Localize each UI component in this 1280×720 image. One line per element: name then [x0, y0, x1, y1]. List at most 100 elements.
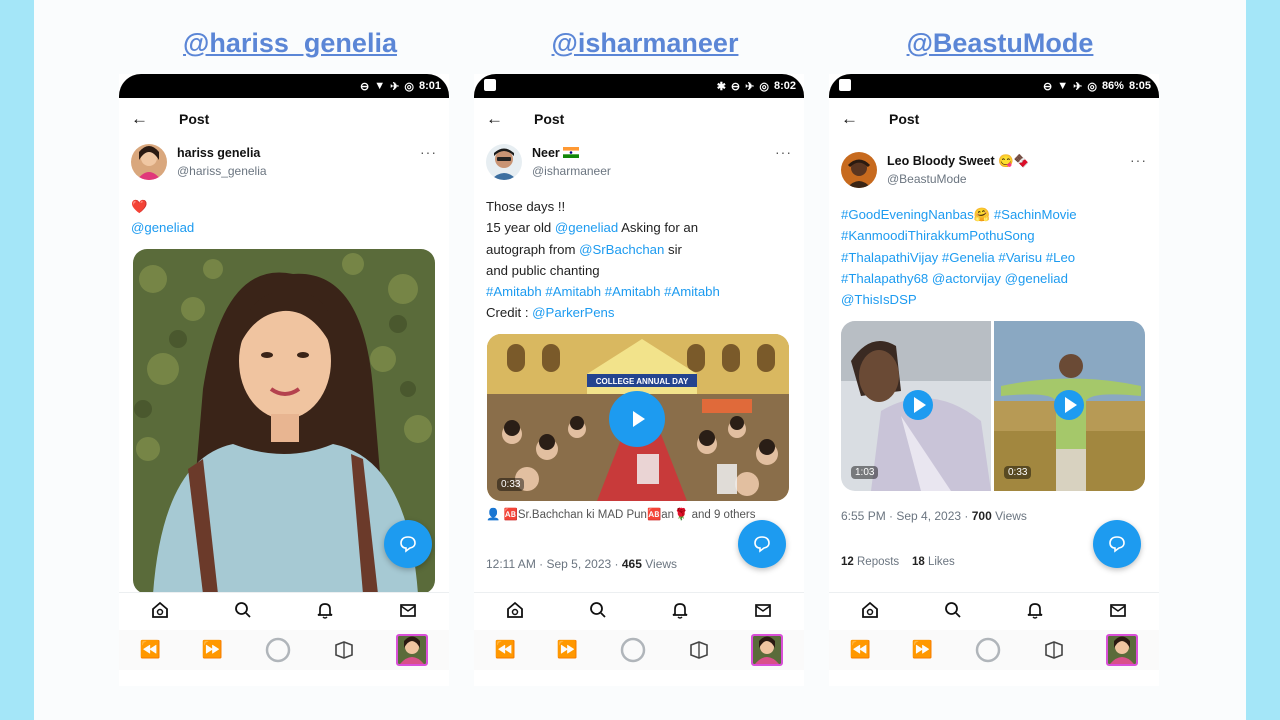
- tweet-text: Those days !! 15 year old @geneliad Aski…: [486, 196, 796, 324]
- compose-fab[interactable]: [384, 520, 432, 568]
- box-icon[interactable]: [333, 640, 355, 660]
- dnd-icon: ⊖: [1043, 80, 1053, 93]
- rewind-icon[interactable]: ⏪: [850, 640, 871, 660]
- mention-link[interactable]: @geneliad: [555, 220, 618, 235]
- mention-link[interactable]: @ParkerPens: [532, 305, 614, 320]
- avatar[interactable]: [131, 144, 167, 180]
- more-options-icon[interactable]: ···: [1130, 152, 1147, 168]
- more-options-icon[interactable]: ···: [420, 144, 437, 160]
- text-line[interactable]: @ThisIsDSP: [841, 289, 1151, 310]
- battery-percent: 86%: [1101, 80, 1124, 92]
- bottom-nav: [119, 592, 449, 626]
- handle-label-2[interactable]: @isharmaneer: [480, 28, 810, 59]
- bell-icon[interactable]: [1025, 600, 1045, 620]
- text-line[interactable]: #GoodEveningNanbas🤗 #SachinMovie: [841, 204, 1151, 225]
- airplane-icon: ✈: [745, 80, 755, 93]
- video-duration: 0:33: [497, 478, 525, 491]
- home-icon[interactable]: [505, 600, 525, 620]
- page-title: Post: [179, 111, 210, 127]
- compose-fab[interactable]: [738, 520, 786, 568]
- post-meta: 12:11 AM · Sep 5, 2023 · 465 Views: [486, 557, 678, 571]
- bell-icon[interactable]: [670, 600, 690, 620]
- display-name[interactable]: hariss genelia: [177, 146, 260, 160]
- video-thumbnail[interactable]: COLLEGE ANNUAL DAY 0:33: [487, 334, 789, 501]
- play-icon[interactable]: [903, 390, 933, 420]
- rewind-icon[interactable]: ⏪: [140, 640, 161, 660]
- clock: 8:01: [418, 80, 441, 92]
- forward-icon[interactable]: ⏩: [202, 640, 223, 660]
- play-icon[interactable]: [1054, 390, 1084, 420]
- bottom-nav: [829, 592, 1159, 626]
- back-arrow-icon[interactable]: ←: [131, 109, 148, 129]
- phone-screen-3: ⊖ ▼ ✈ ◎ 86% 8:05 ← Post Leo Bloody Sweet…: [829, 74, 1159, 686]
- back-arrow-icon[interactable]: ←: [486, 109, 503, 129]
- display-name[interactable]: Neer: [532, 146, 580, 160]
- data-saver-icon: ◎: [404, 80, 414, 93]
- handle-label-1[interactable]: @hariss_genelia: [125, 28, 455, 59]
- text-line: and public chanting: [486, 262, 600, 278]
- search-icon[interactable]: [943, 600, 963, 620]
- text-line[interactable]: #Thalapathy68 @actorvijay @geneliad: [841, 268, 1151, 289]
- page-title: Post: [534, 111, 565, 127]
- reply-bubble-icon: [1109, 536, 1125, 553]
- photo-notification-icon: [484, 79, 496, 91]
- post-author[interactable]: hariss genelia @hariss_genelia ···: [131, 144, 437, 184]
- video-thumbnails[interactable]: 1:03 0:33: [841, 321, 1145, 491]
- battery-saver-icon: ◎: [1087, 80, 1097, 93]
- rewind-icon[interactable]: ⏪: [495, 640, 516, 660]
- post-author[interactable]: Leo Bloody Sweet 😋🍫 @BeastuMode ···: [841, 152, 1147, 192]
- mention-link[interactable]: @geneliad: [131, 217, 441, 238]
- hashtag-links[interactable]: #Amitabh #Amitabh #Amitabh #Amitabh: [486, 281, 796, 302]
- box-icon[interactable]: [688, 640, 710, 660]
- avatar[interactable]: [841, 152, 877, 188]
- system-bar: ⏪ ⏩: [119, 630, 449, 670]
- mail-icon[interactable]: [398, 600, 418, 620]
- post-meta: 6:55 PM · Sep 4, 2023 · 700 Views: [841, 509, 1027, 523]
- bell-icon[interactable]: [315, 600, 335, 620]
- home-icon[interactable]: [150, 600, 170, 620]
- liked-by[interactable]: 👤 🆎Sr.Bachchan ki MAD Pun🆎an🌹 and 9 othe…: [486, 507, 796, 524]
- text-line[interactable]: #ThalapathiVijay #Genelia #Varisu #Leo: [841, 247, 1151, 268]
- compose-fab[interactable]: [1093, 520, 1141, 568]
- text-line: Those days !!: [486, 199, 566, 214]
- status-bar: ⊖ ▼ ✈ ◎ 86% 8:05: [829, 74, 1159, 98]
- more-options-icon[interactable]: ···: [775, 144, 792, 160]
- engagement-stats: 12 Reposts 18 Likes: [841, 556, 955, 568]
- phone-screen-1: ⊖ ▼ ✈ ◎ 8:01 ← Post hariss genelia @hari…: [119, 74, 449, 686]
- box-icon[interactable]: [1043, 640, 1065, 660]
- likes-count[interactable]: Likes: [925, 556, 955, 568]
- forward-icon[interactable]: ⏩: [912, 640, 933, 660]
- photo-notification-icon: [839, 79, 851, 91]
- loading-circle-icon[interactable]: [264, 636, 292, 664]
- back-arrow-icon[interactable]: ←: [841, 109, 858, 129]
- mini-avatar[interactable]: [1106, 634, 1139, 666]
- loading-circle-icon[interactable]: [974, 636, 1002, 664]
- post-author[interactable]: Neer @isharmaneer ···: [486, 144, 792, 184]
- search-icon[interactable]: [233, 600, 253, 620]
- tweet-hashtags[interactable]: #GoodEveningNanbas🤗 #SachinMovie #Kanmoo…: [841, 204, 1151, 310]
- top-bar: ← Post: [474, 108, 804, 130]
- system-bar: ⏪ ⏩: [474, 630, 804, 670]
- text-line[interactable]: #KanmoodiThirakkumPothuSong: [841, 225, 1151, 246]
- mail-icon[interactable]: [753, 600, 773, 620]
- forward-icon[interactable]: ⏩: [557, 640, 578, 660]
- home-icon[interactable]: [860, 600, 880, 620]
- username[interactable]: @isharmaneer: [532, 164, 611, 178]
- reposts-count[interactable]: Reposts: [854, 556, 899, 568]
- search-icon[interactable]: [588, 600, 608, 620]
- display-name[interactable]: Leo Bloody Sweet 😋🍫: [887, 154, 1029, 169]
- handle-label-3[interactable]: @BeastuMode: [835, 28, 1165, 59]
- username[interactable]: @BeastuMode: [887, 172, 967, 186]
- mention-link[interactable]: @SrBachchan: [579, 242, 664, 257]
- wifi-icon: ▼: [374, 80, 386, 92]
- avatar[interactable]: [486, 144, 522, 180]
- mini-avatar[interactable]: [751, 634, 784, 666]
- username[interactable]: @hariss_genelia: [177, 164, 267, 178]
- mail-icon[interactable]: [1108, 600, 1128, 620]
- page-title: Post: [889, 111, 920, 127]
- dnd-icon: ⊖: [360, 80, 370, 93]
- data-saver-icon: ◎: [759, 80, 769, 93]
- loading-circle-icon[interactable]: [619, 636, 647, 664]
- play-icon[interactable]: [609, 391, 665, 447]
- mini-avatar[interactable]: [396, 634, 429, 666]
